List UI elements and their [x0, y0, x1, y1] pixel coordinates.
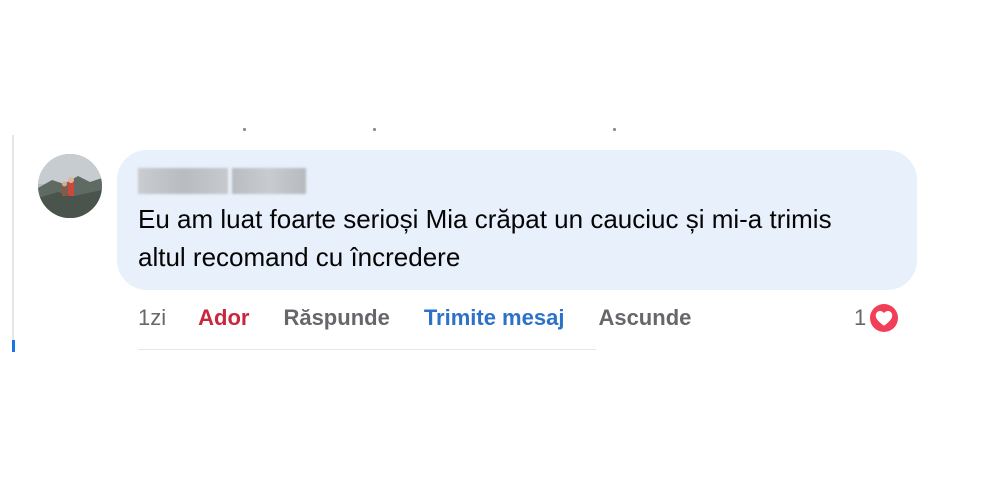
- comment-thread: Eu am luat foarte serioși Mia crăpat un …: [0, 0, 1000, 485]
- thread-connector-line: [12, 135, 14, 350]
- author-first-name-blur: [138, 168, 228, 194]
- hide-button[interactable]: Ascunde: [598, 305, 691, 331]
- avatar[interactable]: [38, 154, 102, 218]
- comment-timestamp[interactable]: 1zi: [138, 305, 166, 331]
- comment-actions: 1zi Ador Răspunde Trimite mesaj Ascunde: [138, 303, 691, 333]
- heart-icon: [870, 304, 899, 332]
- reaction-summary[interactable]: 1: [854, 301, 901, 335]
- reply-button[interactable]: Răspunde: [283, 305, 389, 331]
- thread-connector-accent: [12, 340, 15, 352]
- author-last-name-blur: [232, 168, 306, 194]
- reaction-count: 1: [854, 305, 867, 330]
- previous-comment-remnant: [240, 128, 640, 134]
- avatar-photo: [38, 154, 102, 218]
- author-name-redacted[interactable]: [138, 168, 306, 194]
- divider: [138, 349, 596, 350]
- like-button[interactable]: Ador: [198, 305, 249, 331]
- reaction-badge: [868, 302, 901, 334]
- send-message-button[interactable]: Trimite mesaj: [424, 305, 565, 331]
- comment-text: Eu am luat foarte serioși Mia crăpat un …: [138, 204, 832, 272]
